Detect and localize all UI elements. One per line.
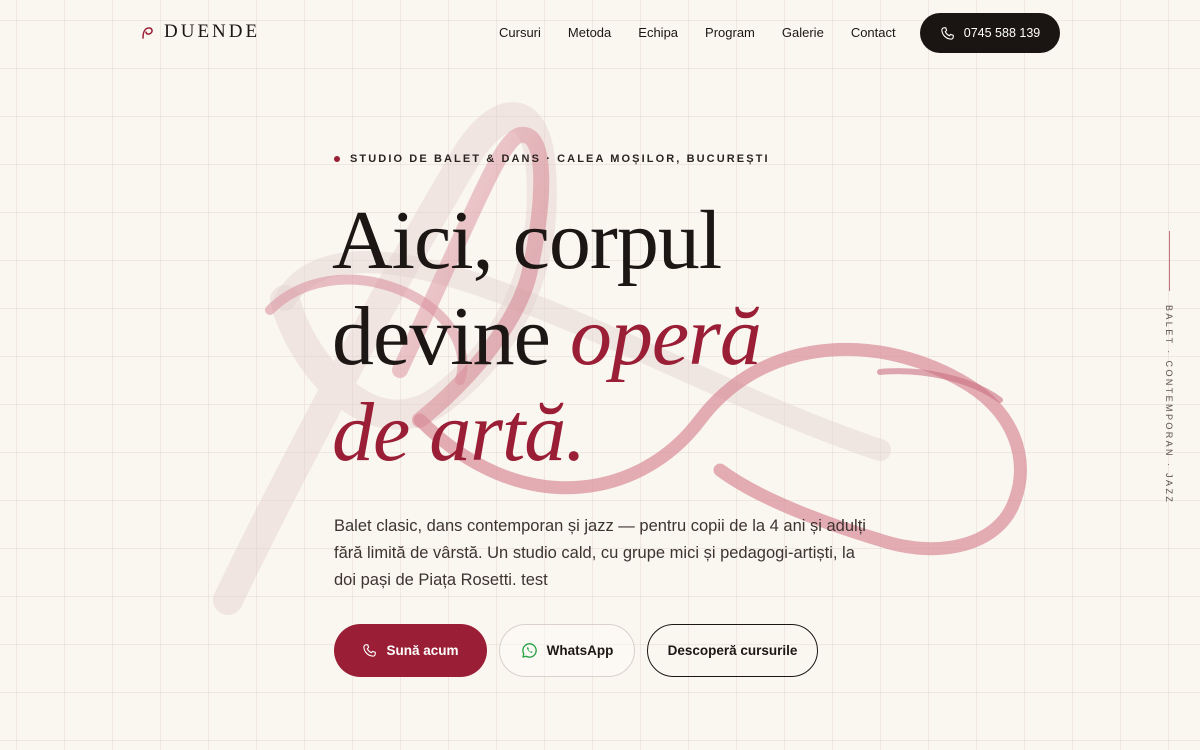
headline-line-3: de artă.: [332, 386, 586, 479]
whatsapp-button[interactable]: WhatsApp: [499, 624, 635, 677]
site-header: DUENDE Cursuri Metoda Echipa Program Gal…: [0, 0, 1200, 66]
whatsapp-icon: [521, 643, 537, 658]
phone-icon: [363, 644, 377, 657]
main-nav: Cursuri Metoda Echipa Program Galerie Co…: [499, 24, 896, 42]
whatsapp-label: WhatsApp: [546, 643, 614, 658]
side-vertical-label: BALET · CONTEMPORAN · JAZZ: [1164, 305, 1174, 505]
side-label-line: [1169, 231, 1170, 291]
nav-link-metoda[interactable]: Metoda: [568, 24, 611, 42]
logo[interactable]: DUENDE: [140, 21, 260, 43]
nav-link-cursuri[interactable]: Cursuri: [499, 24, 541, 42]
hero-lead-paragraph: Balet clasic, dans contemporan și jazz —…: [334, 517, 866, 589]
headline-line-1: Aici, corpul: [332, 194, 722, 287]
nav-link-echipa[interactable]: Echipa: [638, 24, 678, 42]
eyebrow-dot: [334, 156, 340, 162]
header-phone-number: 0745 588 139: [963, 26, 1041, 40]
eyebrow-text: STUDIO DE BALET & DANS · CALEA MOȘILOR, …: [350, 153, 770, 165]
hero-headline: Aici, corpul devine operă de artă.: [332, 193, 762, 481]
call-now-label: Sună acum: [386, 643, 459, 658]
hero-eyebrow: STUDIO DE BALET & DANS · CALEA MOȘILOR, …: [334, 153, 770, 165]
phone-icon: [941, 26, 954, 40]
nav-link-galerie[interactable]: Galerie: [782, 24, 824, 42]
call-now-button[interactable]: Sună acum: [334, 624, 487, 677]
headline-line-2-plain: devine: [332, 290, 570, 383]
headline-line-2-accent: operă: [569, 290, 762, 383]
nav-link-program[interactable]: Program: [705, 24, 755, 42]
nav-link-contact[interactable]: Contact: [851, 24, 896, 42]
logo-mark-icon: [142, 27, 153, 39]
headline-line-2: devine operă: [332, 289, 762, 385]
header-phone-button[interactable]: 0745 588 139: [920, 13, 1060, 53]
discover-courses-button[interactable]: Descoperă cursurile: [647, 624, 818, 677]
discover-courses-label: Descoperă cursurile: [667, 643, 798, 658]
logo-text: DUENDE: [164, 21, 261, 42]
